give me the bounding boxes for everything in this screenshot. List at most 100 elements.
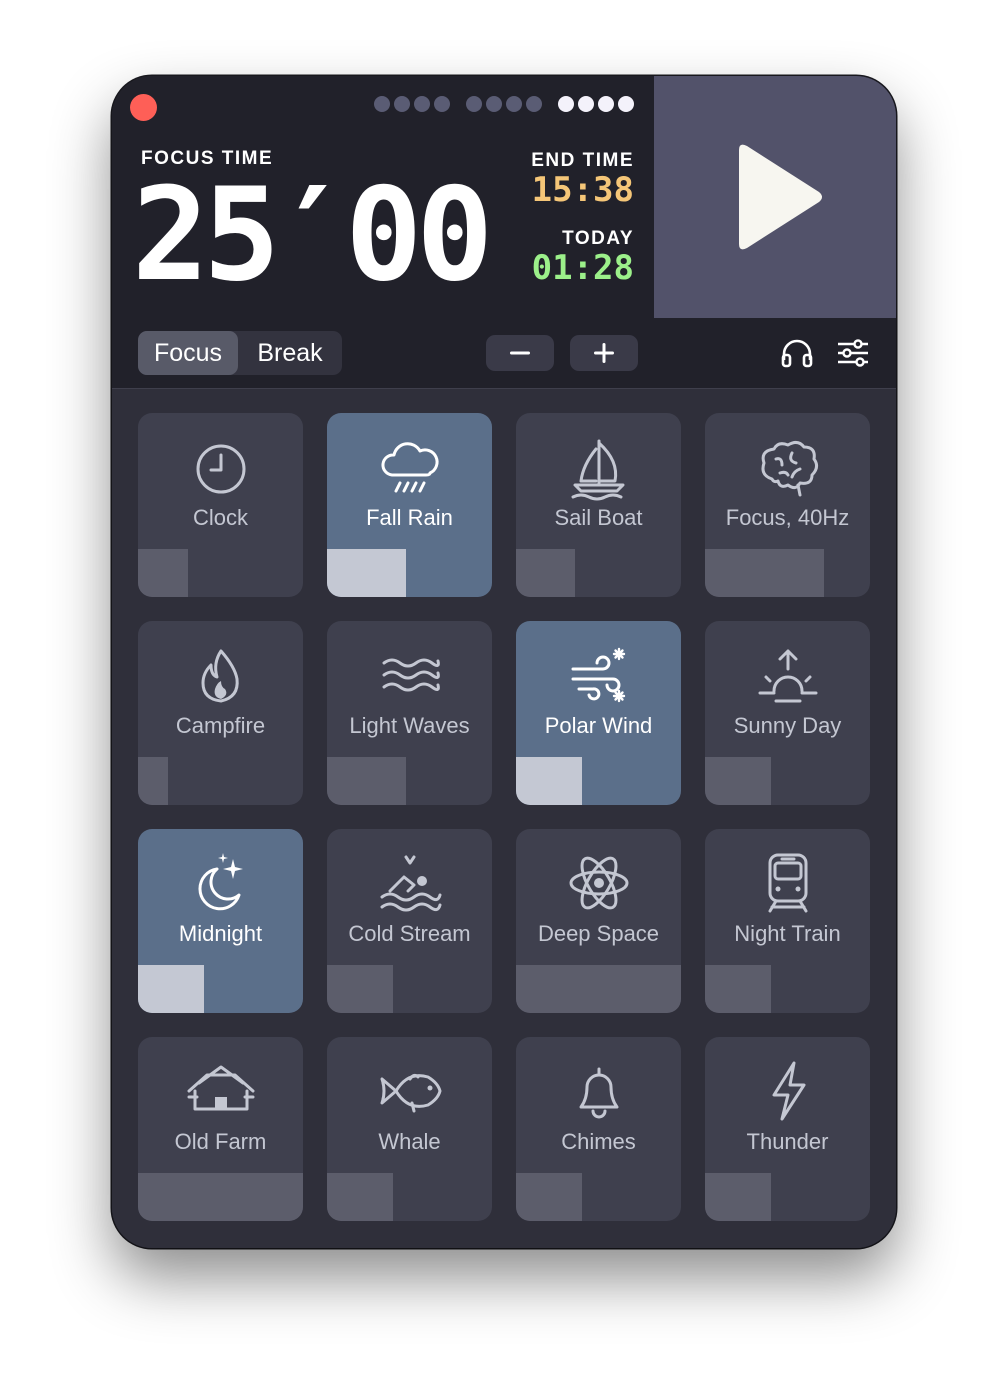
volume-slider[interactable] [705,757,870,805]
waves-icon [382,658,440,692]
volume-slider[interactable] [705,1173,870,1221]
sound-label: Campfire [175,713,266,738]
close-icon[interactable] [130,94,157,121]
session-dot-pending [526,96,542,112]
sound-tile[interactable]: Polar Wind [516,621,681,805]
play-icon [739,144,822,250]
volume-fill [138,1173,303,1221]
sound-tile[interactable]: Thunder [705,1037,870,1221]
volume-fill [138,549,188,597]
session-dot-group [374,96,450,112]
volume-fill [705,965,771,1013]
volume-slider[interactable] [138,1173,303,1221]
fish-icon [380,1073,441,1113]
flame-icon [201,649,239,703]
sound-tile[interactable]: Deep Space [516,829,681,1013]
today-label: TODAY [562,228,634,249]
sound-label: Sunny Day [733,713,842,738]
volume-slider[interactable] [138,965,303,1013]
moon-stars-icon [198,853,243,911]
volume-slider[interactable] [516,965,681,1013]
session-dot-complete [618,96,634,112]
end-time-value: 15:38 [531,170,634,210]
sound-tile[interactable]: Light Waves [327,621,492,805]
sliders-icon[interactable] [836,336,870,370]
session-dot-pending [414,96,430,112]
volume-slider[interactable] [138,549,303,597]
session-dot-pending [434,96,450,112]
wind-snow-icon [571,647,625,703]
countdown-display: 25′00 [132,161,493,310]
sound-tile[interactable]: Sail Boat [516,413,681,597]
volume-fill [705,757,771,805]
sound-tile[interactable]: Cold Stream [327,829,492,1013]
volume-fill [705,549,824,597]
sound-tile[interactable]: Campfire [138,621,303,805]
sound-label: Chimes [561,1129,636,1154]
volume-slider[interactable] [327,965,492,1013]
volume-fill [705,1173,771,1221]
increase-time-button[interactable] [570,335,638,371]
volume-slider[interactable] [516,757,681,805]
brain-icon [761,440,818,497]
sound-tile[interactable]: Midnight [138,829,303,1013]
volume-slider[interactable] [327,1173,492,1221]
volume-slider[interactable] [705,549,870,597]
volume-fill [327,1173,393,1221]
sound-tile[interactable]: Focus, 40Hz [705,413,870,597]
mode-segmented-control: Focus Break [138,331,342,375]
session-dot-group [558,96,634,112]
play-button[interactable] [654,76,896,318]
sound-label: Fall Rain [366,505,453,530]
volume-fill [516,757,582,805]
atom-icon [569,856,628,910]
sound-label: Clock [192,505,248,530]
sound-label: Thunder [746,1129,829,1154]
sound-label: Light Waves [349,713,470,738]
app-window: FOCUS TIME 25′00 END TIME 15:38 TODAY 01… [112,76,896,1248]
volume-fill [327,549,407,597]
volume-slider[interactable] [516,549,681,597]
session-dot-complete [578,96,594,112]
sound-label: Polar Wind [544,713,653,738]
sunrise-icon [758,649,817,703]
sound-tile[interactable]: Old Farm [138,1037,303,1221]
sound-tile[interactable]: Clock [138,413,303,597]
train-icon [768,853,807,913]
sound-label: Whale [378,1129,441,1154]
volume-slider[interactable] [327,549,492,597]
sound-tile[interactable]: Fall Rain [327,413,492,597]
decrease-time-button[interactable] [486,335,554,371]
sound-label: Deep Space [537,921,660,946]
minus-icon [510,351,530,355]
volume-slider[interactable] [705,965,870,1013]
sound-label: Sail Boat [554,505,643,530]
volume-fill [327,757,407,805]
session-dot-pending [506,96,522,112]
clock-icon [196,444,245,494]
session-dot-group [466,96,542,112]
volume-slider[interactable] [516,1173,681,1221]
session-progress-dots [374,96,650,112]
volume-fill [327,965,393,1013]
sound-tile[interactable]: Sunny Day [705,621,870,805]
sound-tile[interactable]: Chimes [516,1037,681,1221]
sound-label: Midnight [178,921,263,946]
rain-cloud-icon [381,442,439,493]
sound-label: Old Farm [174,1129,267,1154]
focus-mode-tab[interactable]: Focus [138,331,238,375]
sound-tile[interactable]: Night Train [705,829,870,1013]
volume-fill [516,965,681,1013]
volume-slider[interactable] [327,757,492,805]
sound-grid: Clock Fall Rain Sail Boat Focus, 40Hz Campfi… [112,388,896,1248]
break-mode-tab[interactable]: Break [238,331,342,375]
volume-fill [138,757,168,805]
farmhouse-icon [187,1065,254,1111]
session-dot-pending [394,96,410,112]
session-dot-pending [466,96,482,112]
volume-fill [516,549,576,597]
volume-slider[interactable] [138,757,303,805]
sound-tile[interactable]: Whale [327,1037,492,1221]
headphones-icon[interactable] [780,336,814,370]
sound-label: Focus, 40Hz [725,505,850,530]
